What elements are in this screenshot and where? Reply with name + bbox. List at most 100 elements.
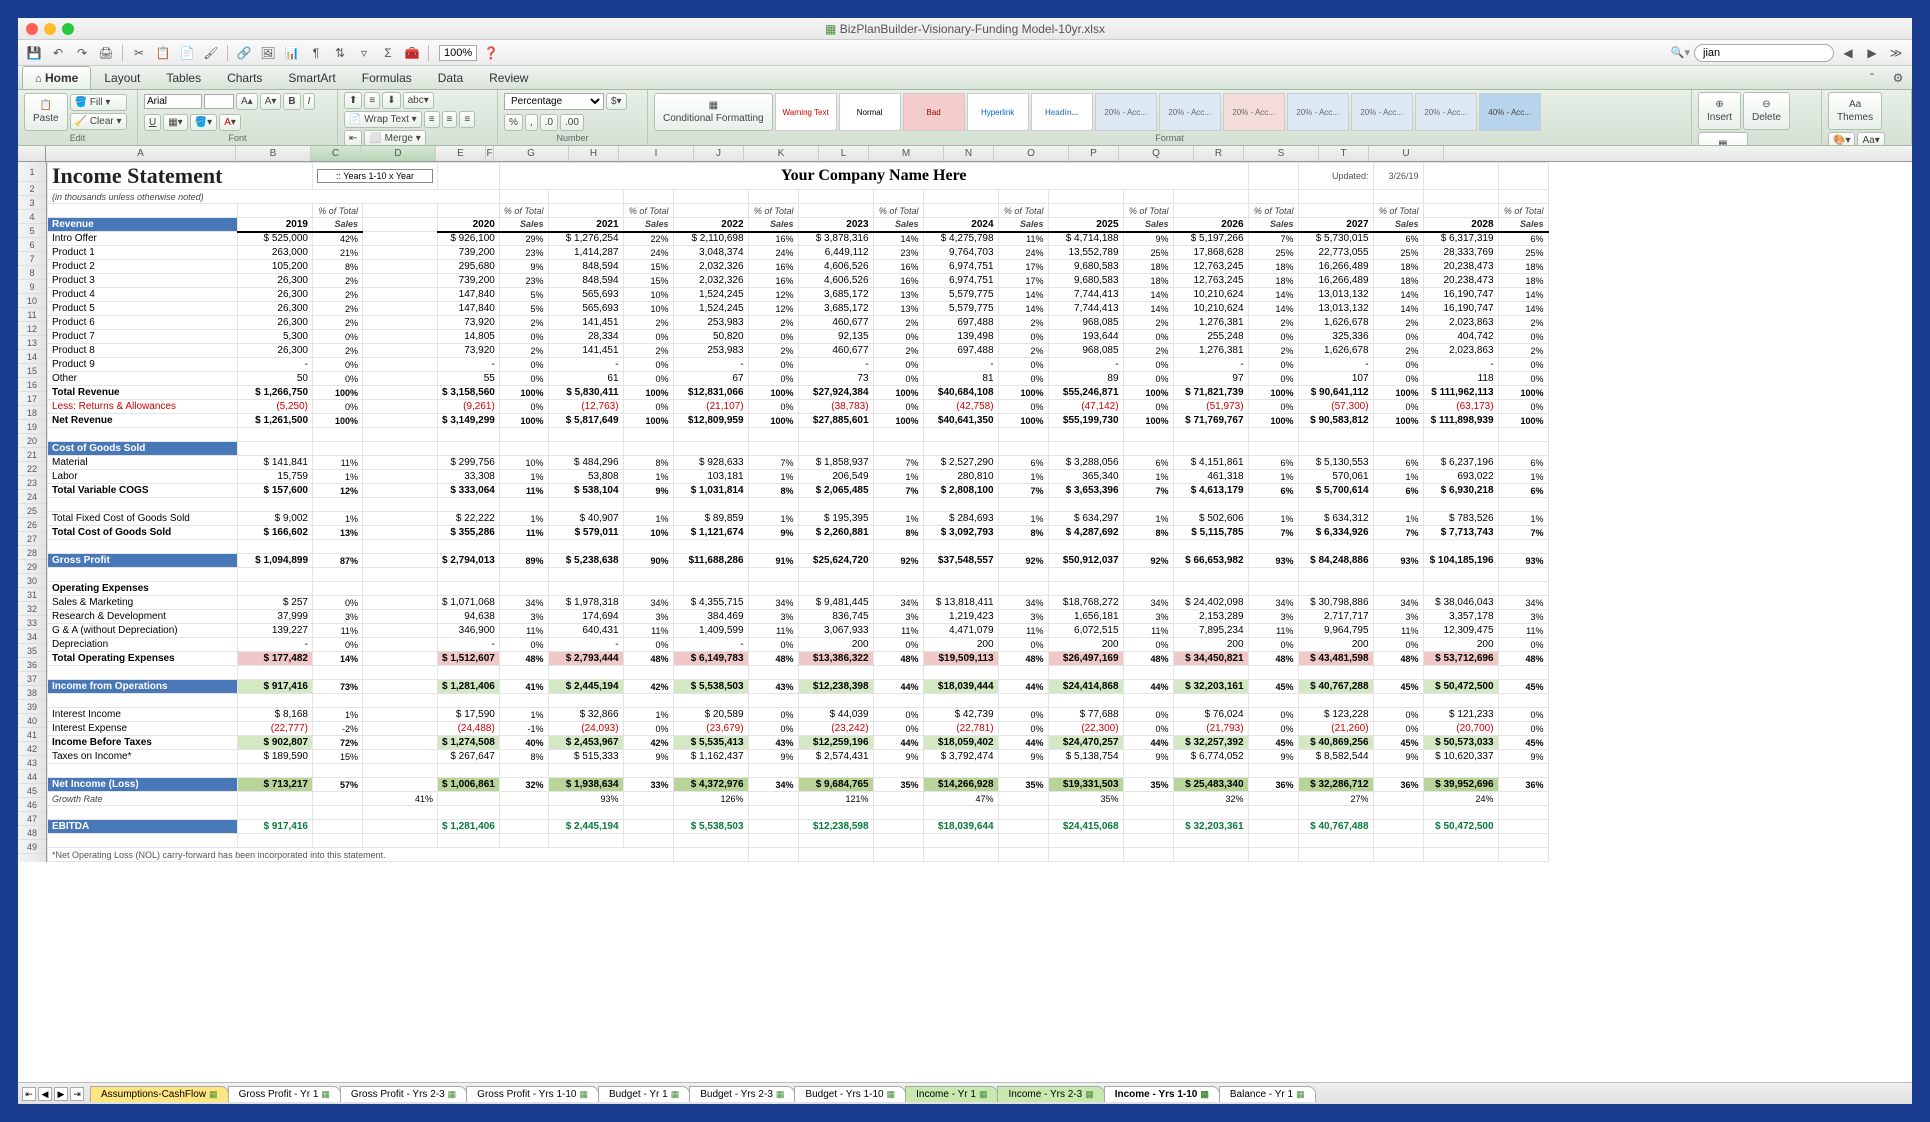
col-header-G[interactable]: G bbox=[494, 146, 569, 161]
borders-button[interactable]: ▦▾ bbox=[163, 114, 187, 131]
sidebar-toggle-icon[interactable]: ≫ bbox=[1886, 43, 1906, 63]
currency-icon[interactable]: $▾ bbox=[606, 93, 627, 110]
sheet-tab[interactable]: Gross Profit - Yrs 1-10▦ bbox=[466, 1086, 599, 1102]
align-bottom-icon[interactable]: ⬇ bbox=[382, 92, 400, 109]
underline-button[interactable]: U bbox=[144, 114, 161, 131]
paste-button[interactable]: 📋Paste bbox=[24, 93, 68, 131]
tab-last-icon[interactable]: ⇥ bbox=[70, 1087, 84, 1101]
col-header-I[interactable]: I bbox=[619, 146, 694, 161]
fill-button[interactable]: 🪣 Fill ▾ bbox=[70, 94, 127, 111]
filter-icon[interactable]: ▿ bbox=[354, 43, 374, 63]
sheet-tab[interactable]: Budget - Yr 1▦ bbox=[598, 1086, 690, 1102]
indent-left-icon[interactable]: ⇤ bbox=[344, 130, 362, 146]
sheet-tab[interactable]: Income - Yrs 1-10▦ bbox=[1104, 1086, 1220, 1102]
bold-button[interactable]: B bbox=[283, 93, 300, 110]
link-icon[interactable]: 🔗 bbox=[234, 43, 254, 63]
sheet-tab[interactable]: Gross Profit - Yr 1▦ bbox=[228, 1086, 341, 1102]
search-input[interactable] bbox=[1694, 44, 1834, 62]
col-header-C[interactable]: C bbox=[311, 146, 361, 161]
copy-icon[interactable]: 📋 bbox=[153, 43, 173, 63]
col-header-B[interactable]: B bbox=[236, 146, 311, 161]
col-header-E[interactable]: E bbox=[436, 146, 486, 161]
sheet-tab[interactable]: Assumptions-CashFlow▦ bbox=[90, 1086, 229, 1102]
theme-fonts-icon[interactable]: Aa▾ bbox=[1857, 132, 1884, 146]
paste-icon[interactable]: 📄 bbox=[177, 43, 197, 63]
themes-button[interactable]: AaThemes bbox=[1828, 92, 1882, 130]
search-prev-icon[interactable]: ◀ bbox=[1838, 43, 1858, 63]
style-acc20-3[interactable]: 20% - Acc... bbox=[1223, 93, 1285, 131]
col-header-T[interactable]: T bbox=[1319, 146, 1369, 161]
theme-colors-icon[interactable]: 🎨▾ bbox=[1828, 132, 1855, 146]
increase-decimal-icon[interactable]: .00 bbox=[560, 114, 584, 131]
col-header-Q[interactable]: Q bbox=[1119, 146, 1194, 161]
style-warning[interactable]: Warning Text bbox=[775, 93, 837, 131]
format-painter-icon[interactable]: 🖌 bbox=[201, 43, 221, 63]
insert-cells-button[interactable]: ⊕Insert bbox=[1698, 92, 1741, 130]
minimize-icon[interactable] bbox=[44, 23, 56, 35]
sort-icon[interactable]: ⇅ bbox=[330, 43, 350, 63]
number-format-select[interactable]: Percentage bbox=[504, 93, 604, 110]
font-size-select[interactable] bbox=[204, 94, 234, 109]
align-middle-icon[interactable]: ≡ bbox=[364, 92, 380, 109]
data-table[interactable]: Income Statement:: Years 1-10 x YearYour… bbox=[47, 162, 1549, 862]
align-left-icon[interactable]: ≡ bbox=[424, 111, 440, 128]
tab-smartart[interactable]: SmartArt bbox=[275, 66, 348, 90]
zoom-level[interactable]: 100% bbox=[439, 45, 477, 61]
show-hide-icon[interactable]: ¶ bbox=[306, 43, 326, 63]
align-top-icon[interactable]: ⬆ bbox=[344, 92, 362, 109]
italic-button[interactable]: I bbox=[303, 93, 316, 110]
delete-cells-button[interactable]: ⊖Delete bbox=[1743, 92, 1790, 130]
tab-formulas[interactable]: Formulas bbox=[349, 66, 425, 90]
cell-styles-gallery[interactable]: Warning Text Normal Bad Hyperlink Headin… bbox=[775, 93, 1541, 131]
tab-layout[interactable]: Layout bbox=[91, 66, 153, 90]
col-header-J[interactable]: J bbox=[694, 146, 744, 161]
style-acc20-6[interactable]: 20% - Acc... bbox=[1415, 93, 1477, 131]
tab-data[interactable]: Data bbox=[425, 66, 476, 90]
tab-prev-icon[interactable]: ◀ bbox=[38, 1087, 52, 1101]
col-header-M[interactable]: M bbox=[869, 146, 944, 161]
col-header-N[interactable]: N bbox=[944, 146, 994, 161]
col-header-O[interactable]: O bbox=[994, 146, 1069, 161]
col-header-D[interactable]: D bbox=[361, 146, 436, 161]
merge-button[interactable]: ⬜ Merge ▾ bbox=[364, 130, 425, 146]
col-header-F[interactable]: F bbox=[486, 146, 494, 161]
clear-button[interactable]: 🧹 Clear ▾ bbox=[70, 113, 127, 130]
fill-color-button[interactable]: 🪣▾ bbox=[190, 114, 217, 131]
save-icon[interactable]: 💾 bbox=[24, 43, 44, 63]
col-header-R[interactable]: R bbox=[1194, 146, 1244, 161]
col-header-L[interactable]: L bbox=[819, 146, 869, 161]
tab-next-icon[interactable]: ▶ bbox=[54, 1087, 68, 1101]
ribbon-settings-icon[interactable]: ⚙ bbox=[1888, 68, 1908, 88]
style-heading[interactable]: Headin... bbox=[1031, 93, 1093, 131]
help-icon[interactable]: ❓ bbox=[481, 43, 501, 63]
style-normal[interactable]: Normal bbox=[839, 93, 901, 131]
sheet-tab[interactable]: Income - Yrs 2-3▦ bbox=[997, 1086, 1104, 1102]
close-icon[interactable] bbox=[26, 23, 38, 35]
tab-home[interactable]: ⌂ Home bbox=[22, 66, 91, 90]
maximize-icon[interactable] bbox=[62, 23, 74, 35]
col-header-A[interactable]: A bbox=[46, 146, 236, 161]
tab-charts[interactable]: Charts bbox=[214, 66, 275, 90]
style-acc20-4[interactable]: 20% - Acc... bbox=[1287, 93, 1349, 131]
grow-font-icon[interactable]: A▴ bbox=[236, 93, 258, 110]
format-cells-button[interactable]: ▦Format bbox=[1698, 132, 1748, 146]
style-acc20-2[interactable]: 20% - Acc... bbox=[1159, 93, 1221, 131]
align-right-icon[interactable]: ≡ bbox=[459, 111, 475, 128]
style-acc20[interactable]: 20% - Acc... bbox=[1095, 93, 1157, 131]
picture-icon[interactable]: 🖼 bbox=[258, 43, 278, 63]
tab-first-icon[interactable]: ⇤ bbox=[22, 1087, 36, 1101]
col-header-K[interactable]: K bbox=[744, 146, 819, 161]
shrink-font-icon[interactable]: A▾ bbox=[260, 93, 282, 110]
font-name-select[interactable] bbox=[144, 94, 202, 109]
style-acc20-5[interactable]: 20% - Acc... bbox=[1351, 93, 1413, 131]
percent-icon[interactable]: % bbox=[504, 114, 523, 131]
col-header-P[interactable]: P bbox=[1069, 146, 1119, 161]
search-next-icon[interactable]: ▶ bbox=[1862, 43, 1882, 63]
decrease-decimal-icon[interactable]: .0 bbox=[540, 114, 558, 131]
sheet-tab[interactable]: Budget - Yrs 2-3▦ bbox=[689, 1086, 795, 1102]
redo-icon[interactable]: ↷ bbox=[72, 43, 92, 63]
chart-icon[interactable]: 📊 bbox=[282, 43, 302, 63]
font-color-button[interactable]: A▾ bbox=[219, 114, 241, 131]
col-header-S[interactable]: S bbox=[1244, 146, 1319, 161]
col-header-H[interactable]: H bbox=[569, 146, 619, 161]
